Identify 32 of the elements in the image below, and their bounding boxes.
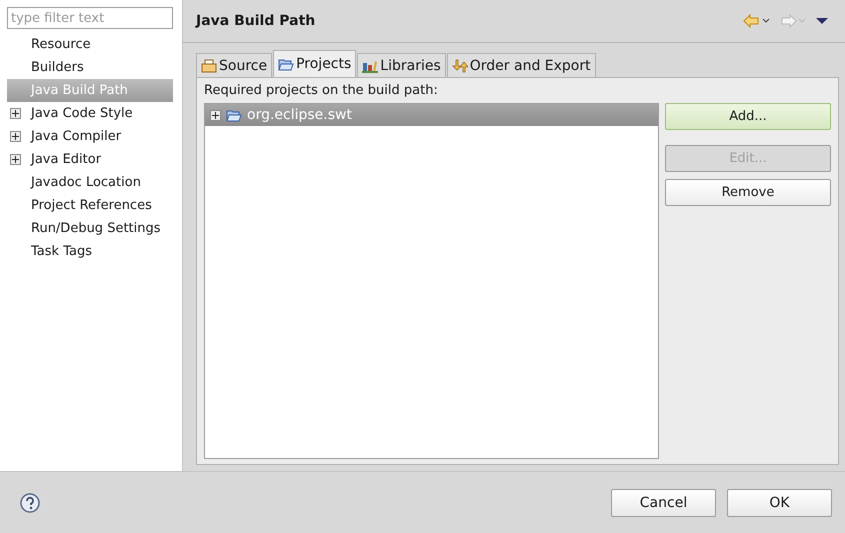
sidebar-item[interactable]: Resource	[7, 33, 173, 56]
up-down-arrows-icon	[452, 58, 468, 72]
folder-icon	[226, 108, 242, 122]
sidebar-item[interactable]: Task Tags	[7, 240, 173, 263]
tab[interactable]: Libraries	[357, 53, 446, 77]
filter-field[interactable]: type filter text	[7, 7, 173, 29]
package-icon	[201, 58, 217, 72]
list-label: Required projects on the build path:	[204, 83, 439, 98]
sidebar-item[interactable]: Run/Debug Settings	[7, 217, 173, 240]
help-icon[interactable]	[20, 492, 40, 512]
books-icon	[362, 58, 378, 72]
sidebar-item[interactable]: Java Compiler	[7, 125, 173, 148]
sidebar-item[interactable]: Java Editor	[7, 148, 173, 171]
sidebar-item[interactable]: Project References	[7, 194, 173, 217]
tab[interactable]: Order and Export	[446, 53, 596, 77]
dialog-button[interactable]: OK	[727, 488, 832, 516]
action-button[interactable]: Add...	[665, 103, 831, 130]
tab[interactable]: Source	[196, 53, 272, 77]
action-button[interactable]: Remove	[665, 179, 831, 206]
folder-icon	[278, 58, 294, 70]
page-title: Java Build Path	[196, 13, 316, 29]
tab[interactable]: Projects	[273, 50, 356, 77]
expand-icon[interactable]	[10, 131, 21, 142]
sidebar-item[interactable]: Java Code Style	[7, 102, 173, 125]
expand-icon[interactable]	[210, 110, 221, 120]
dialog-button[interactable]: Cancel	[611, 488, 716, 516]
sidebar-item[interactable]: Builders	[7, 56, 173, 79]
menu-icon[interactable]	[815, 17, 829, 25]
expand-icon[interactable]	[10, 108, 21, 119]
sidebar-item[interactable]: Javadoc Location	[7, 171, 173, 194]
expand-icon[interactable]	[10, 154, 21, 165]
back-icon[interactable]	[743, 14, 771, 28]
